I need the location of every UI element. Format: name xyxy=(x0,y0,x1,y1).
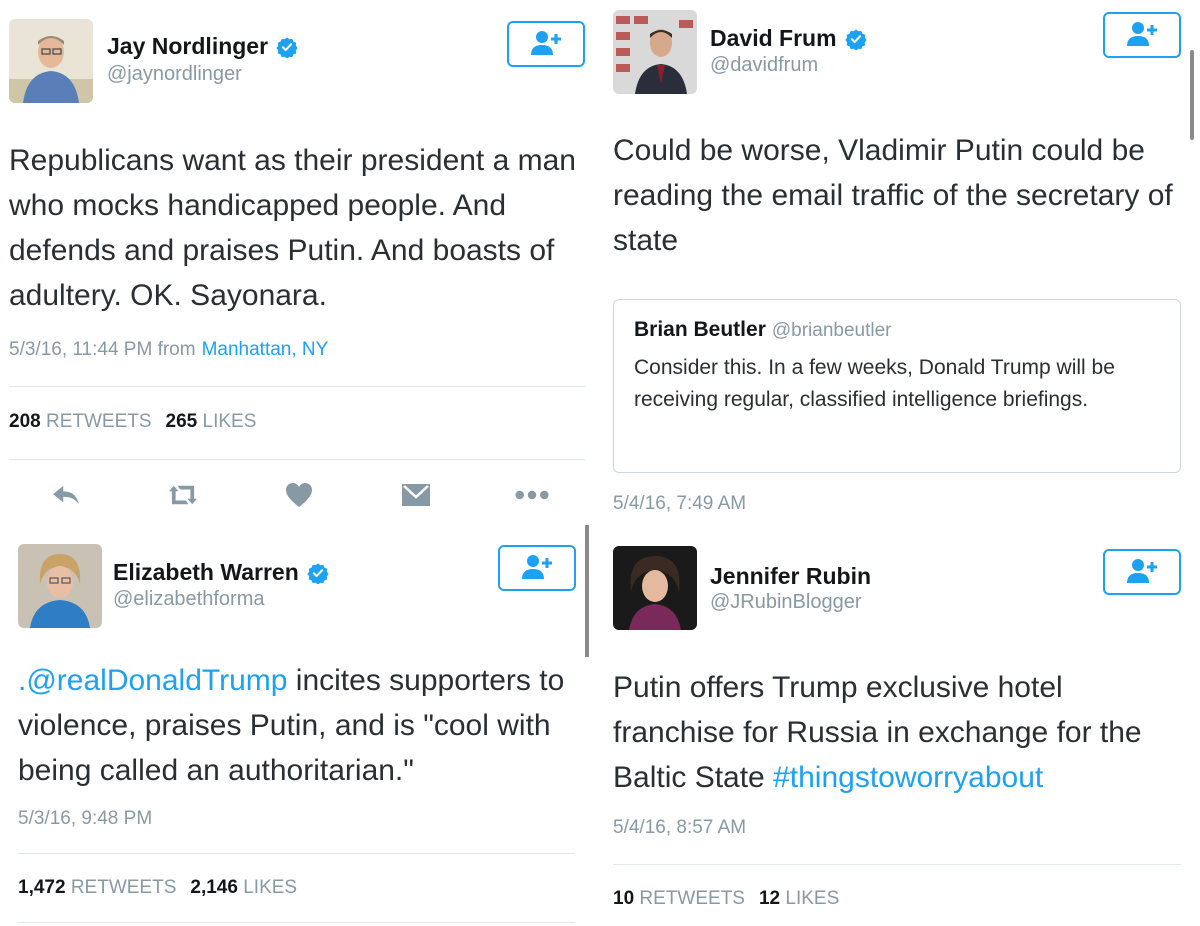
retweet-icon[interactable] xyxy=(163,479,203,511)
tweet-text: .@realDonaldTrump incites supporters to … xyxy=(18,658,578,793)
retweet-count[interactable]: 208 xyxy=(9,411,41,432)
user-handle[interactable]: @davidfrum xyxy=(710,54,818,77)
tweet-text: Republicans want as their president a ma… xyxy=(9,144,576,312)
tweet-jay-nordlinger: Jay Nordlinger @jaynordlinger Republican… xyxy=(0,0,590,520)
follow-button[interactable] xyxy=(1103,549,1181,595)
likes-label: LIKES xyxy=(243,877,298,898)
name-line: Jennifer Rubin xyxy=(710,563,871,590)
display-name[interactable]: Elizabeth Warren xyxy=(113,559,299,586)
divider xyxy=(18,853,575,854)
divider xyxy=(9,386,585,387)
user-handle[interactable]: @jaynordlinger xyxy=(107,63,242,86)
engagement-stats: 208 RETWEETS 265 LIKES xyxy=(9,411,256,433)
likes-label: LIKES xyxy=(202,411,257,432)
tweet-david-frum: David Frum @davidfrum Could be worse, Vl… xyxy=(600,0,1200,530)
scrollbar-thumb[interactable] xyxy=(1190,50,1194,140)
quoted-tweet-header: Brian Beutler @brianbeutler xyxy=(634,318,892,342)
avatar[interactable] xyxy=(613,546,697,630)
follow-person-plus-icon xyxy=(528,28,564,61)
tweet-elizabeth-warren: Elizabeth Warren @elizabethforma .@realD… xyxy=(0,530,590,926)
reply-icon[interactable] xyxy=(46,479,86,511)
retweet-count[interactable]: 10 xyxy=(613,888,634,909)
timestamp-text: 5/3/16, 11:44 PM from xyxy=(9,339,196,360)
quoted-tweet[interactable]: Brian Beutler @brianbeutler Consider this… xyxy=(613,299,1181,473)
follow-button[interactable] xyxy=(1103,12,1181,58)
name-line: David Frum xyxy=(710,25,867,52)
divider xyxy=(613,864,1181,865)
retweets-label: RETWEETS xyxy=(639,888,745,909)
display-name[interactable]: Jennifer Rubin xyxy=(710,563,871,590)
retweets-label: RETWEETS xyxy=(45,411,152,432)
mention-link[interactable]: .@realDonaldTrump xyxy=(18,664,287,697)
engagement-stats: 10 RETWEETS 12 LIKES xyxy=(613,888,839,910)
column-separator xyxy=(585,525,589,657)
display-name[interactable]: David Frum xyxy=(710,25,837,52)
name-line: Elizabeth Warren xyxy=(113,559,329,586)
hashtag-link[interactable]: #thingstoworryabout xyxy=(773,761,1043,794)
tweet-text: Could be worse, Vladimir Putin could be … xyxy=(613,134,1173,257)
tweet-timestamp: 5/3/16, 11:44 PM from Manhattan, NY xyxy=(9,339,328,361)
avatar[interactable] xyxy=(18,544,102,628)
follow-person-plus-icon xyxy=(1124,19,1160,52)
user-handle[interactable]: @elizabethforma xyxy=(113,588,264,611)
quoted-user-handle: @brianbeutler xyxy=(771,320,892,341)
follow-button[interactable] xyxy=(507,21,585,67)
verified-badge-icon xyxy=(844,28,867,51)
like-count[interactable]: 265 xyxy=(166,411,198,432)
like-count[interactable]: 2,146 xyxy=(190,877,238,898)
engagement-stats: 1,472 RETWEETS 2,146 LIKES xyxy=(18,877,297,899)
display-name[interactable]: Jay Nordlinger xyxy=(107,33,268,60)
like-count[interactable]: 12 xyxy=(759,888,780,909)
tweet-timestamp: 5/4/16, 8:57 AM xyxy=(613,817,747,838)
quoted-tweet-text: Consider this. In a few weeks, Donald Tr… xyxy=(634,356,1115,411)
retweet-count[interactable]: 1,472 xyxy=(18,877,66,898)
verified-badge-icon xyxy=(307,562,329,585)
follow-person-plus-icon xyxy=(519,552,555,585)
avatar[interactable] xyxy=(613,10,697,94)
verified-badge-icon xyxy=(276,36,298,59)
divider xyxy=(9,459,585,460)
tweet-timestamp: 5/3/16, 9:48 PM xyxy=(18,808,153,829)
name-line: Jay Nordlinger xyxy=(107,33,298,60)
quoted-display-name: Brian Beutler xyxy=(634,318,766,341)
follow-button[interactable] xyxy=(498,545,576,591)
tweet-text: Putin offers Trump exclusive hotel franc… xyxy=(613,665,1188,800)
likes-label: LIKES xyxy=(785,888,840,909)
avatar[interactable] xyxy=(9,19,93,103)
direct-message-icon[interactable] xyxy=(396,479,436,511)
follow-person-plus-icon xyxy=(1124,556,1160,589)
tweet-jennifer-rubin: Jennifer Rubin @JRubinBlogger Putin offe… xyxy=(600,530,1200,926)
retweets-label: RETWEETS xyxy=(70,877,177,898)
tweet-timestamp: 5/4/16, 7:49 AM xyxy=(613,493,747,514)
location-link[interactable]: Manhattan, NY xyxy=(202,339,329,360)
tweet-action-bar xyxy=(46,478,552,512)
more-dots-icon[interactable] xyxy=(512,479,552,511)
like-heart-icon[interactable] xyxy=(279,479,319,511)
divider xyxy=(18,922,575,923)
user-handle[interactable]: @JRubinBlogger xyxy=(710,591,862,614)
